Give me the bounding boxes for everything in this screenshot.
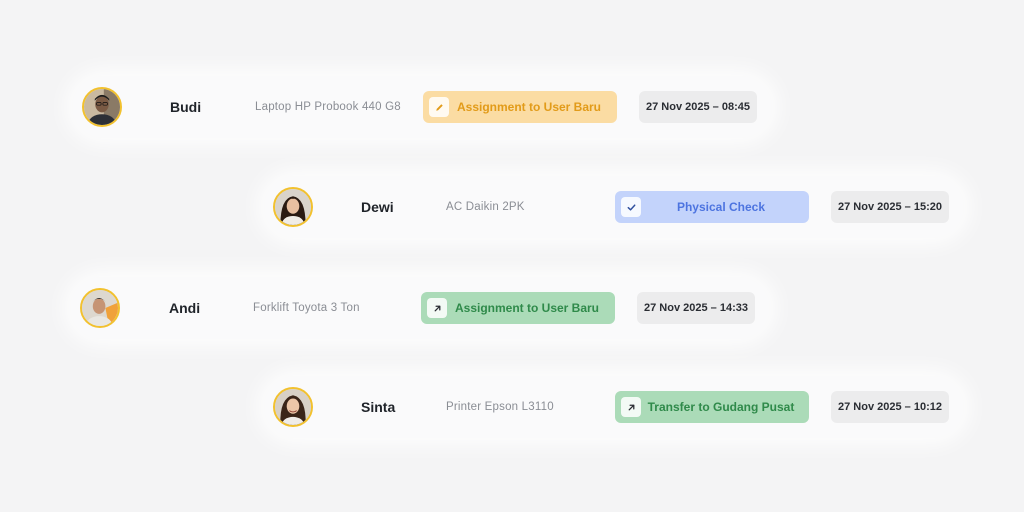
avatar [80, 288, 120, 328]
user-name: Andi [169, 300, 201, 316]
activity-row[interactable]: Dewi AC Daikin 2PK Physical Check 27 Nov… [264, 176, 964, 238]
timestamp: 27 Nov 2025 – 15:20 [831, 191, 949, 223]
asset-name: Laptop HP Probook 440 G8 [255, 101, 401, 113]
asset-name: Printer Epson L3110 [446, 401, 554, 413]
user-name: Sinta [361, 399, 396, 415]
action-badge[interactable]: Assignment to User Baru [421, 292, 615, 324]
action-label: Assignment to User Baru [456, 100, 602, 114]
user-portrait-icon [82, 290, 118, 326]
timestamp: 27 Nov 2025 – 14:33 [637, 292, 755, 324]
action-label: Transfer to Gudang Pusat [647, 400, 795, 414]
user-name: Dewi [361, 199, 394, 215]
action-label: Physical Check [676, 200, 766, 214]
action-label: Assignment to User Baru [454, 301, 600, 315]
timestamp: 27 Nov 2025 – 08:45 [639, 91, 757, 123]
action-badge[interactable]: Transfer to Gudang Pusat [615, 391, 809, 423]
avatar [273, 187, 313, 227]
action-badge[interactable]: Assignment to User Baru [423, 91, 617, 123]
activity-row[interactable]: Budi Laptop HP Probook 440 G8 Assignment… [72, 76, 772, 138]
activity-row[interactable]: Sinta Printer Epson L3110 Transfer to Gu… [264, 376, 964, 438]
arrow-up-right-icon [427, 298, 447, 318]
timestamp: 27 Nov 2025 – 10:12 [831, 391, 949, 423]
asset-name: AC Daikin 2PK [446, 201, 525, 213]
arrow-up-right-icon [621, 397, 641, 417]
user-portrait-icon [275, 189, 311, 225]
user-portrait-icon [275, 389, 311, 425]
avatar [273, 387, 313, 427]
user-name: Budi [170, 99, 202, 115]
check-icon [621, 197, 641, 217]
user-portrait-icon [84, 89, 120, 125]
avatar [82, 87, 122, 127]
action-badge[interactable]: Physical Check [615, 191, 809, 223]
activity-row[interactable]: Andi Forklift Toyota 3 Ton Assignment to… [70, 277, 770, 339]
pencil-icon [429, 97, 449, 117]
asset-name: Forklift Toyota 3 Ton [253, 302, 360, 314]
